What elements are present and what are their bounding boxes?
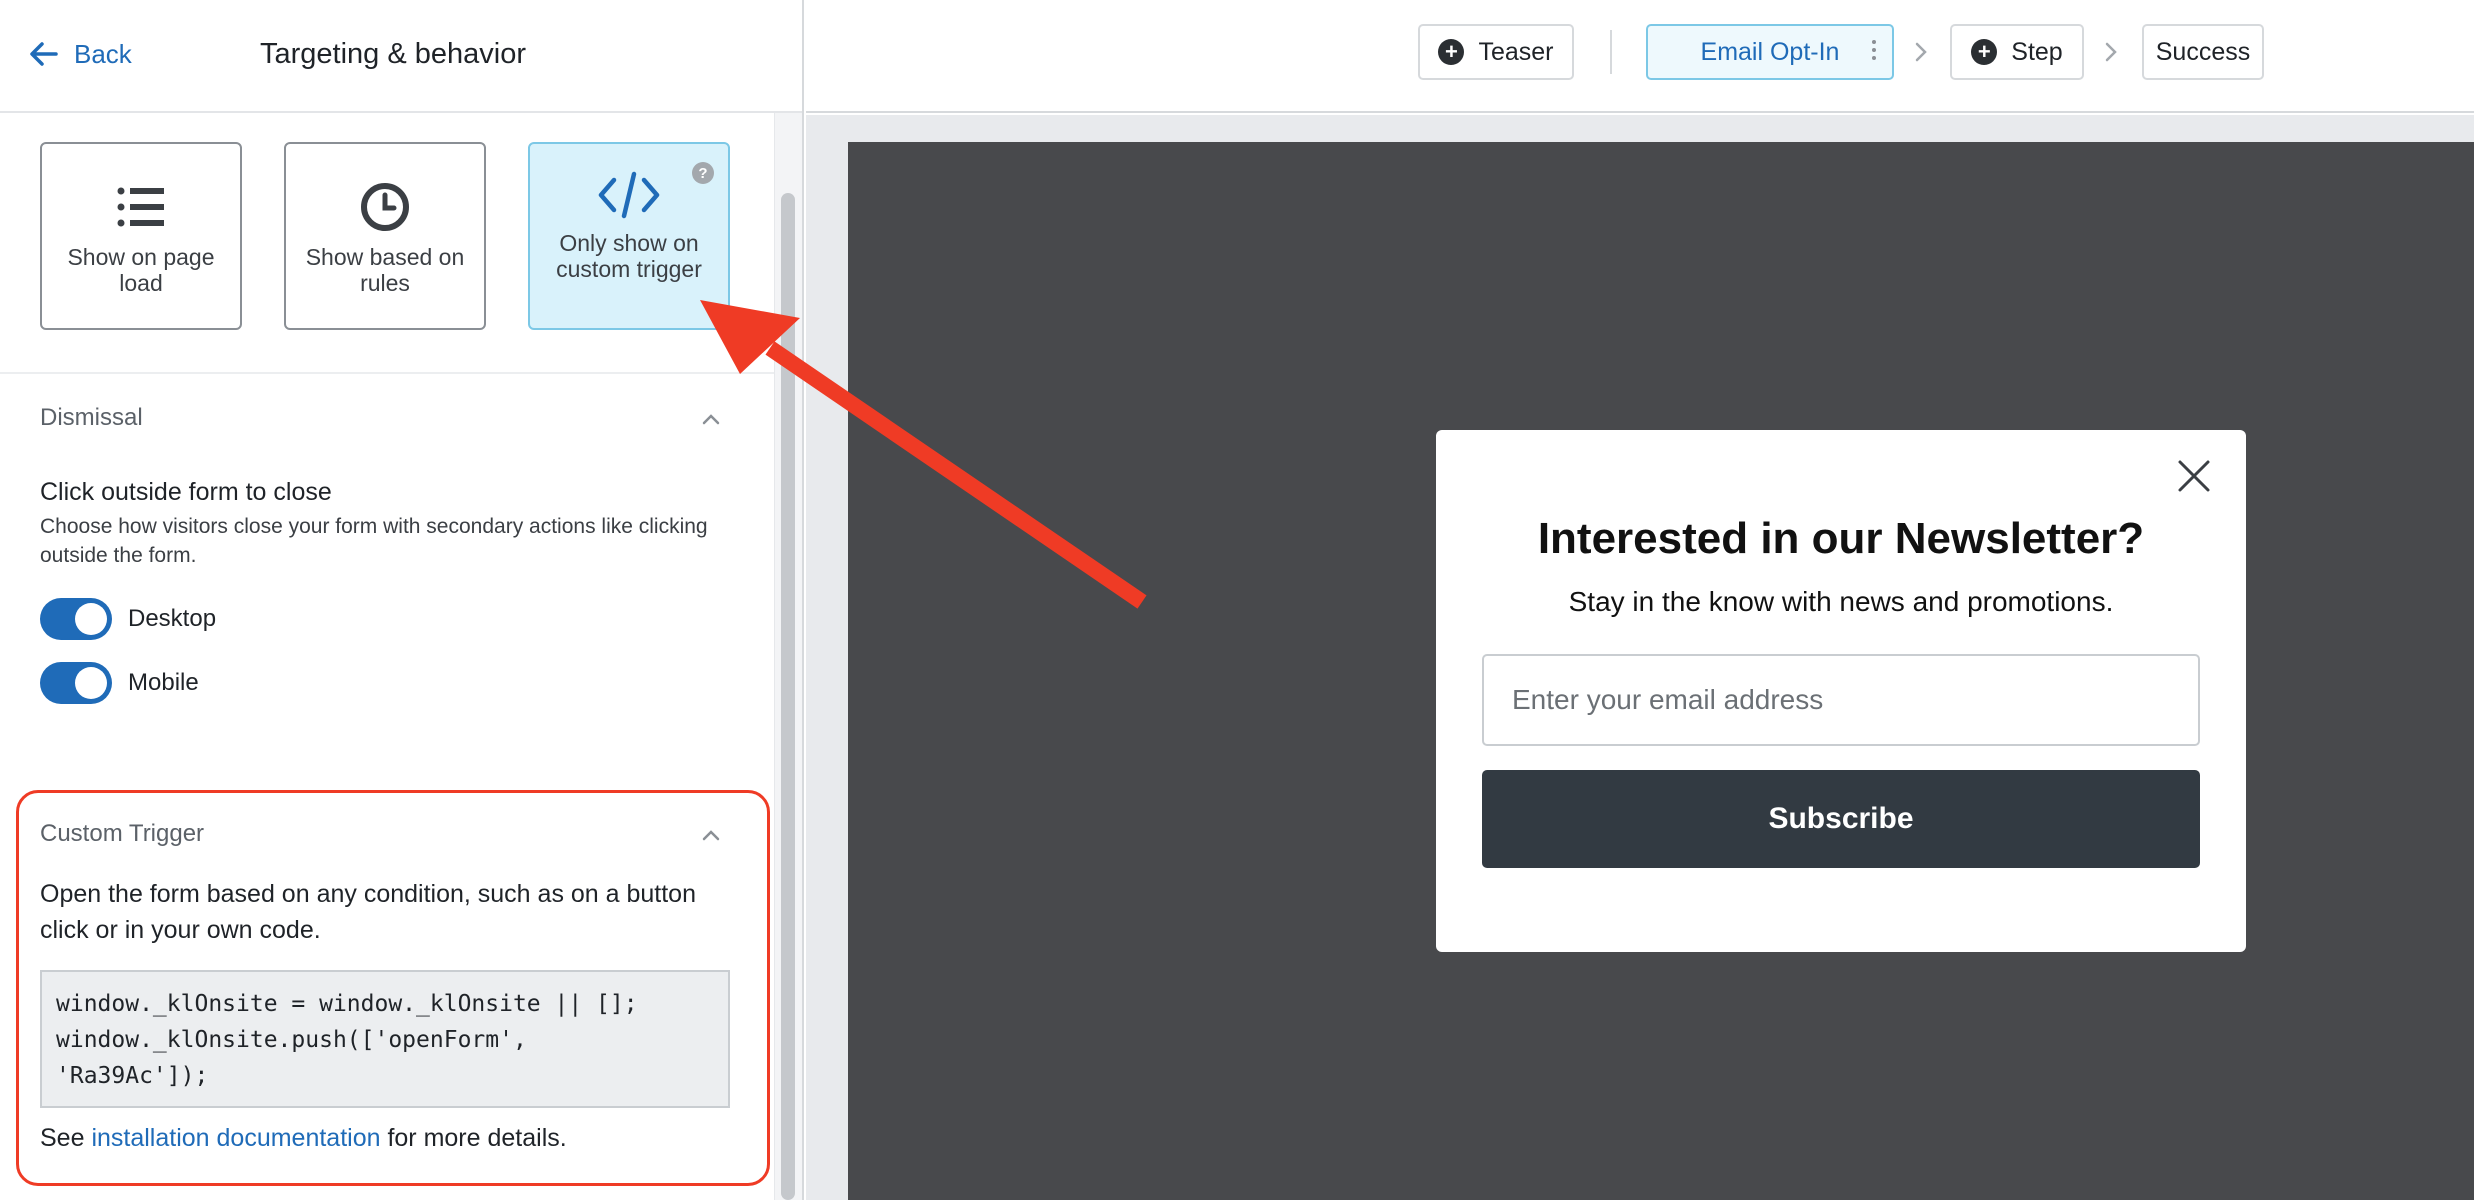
dismissal-description: Choose how visitors close your form with…: [40, 515, 708, 567]
back-label: Back: [74, 38, 132, 69]
code-icon: [598, 168, 660, 222]
step-label: Teaser: [1478, 37, 1554, 66]
trigger-option-label: Show on page load: [67, 244, 215, 296]
toggle-row-mobile: Mobile: [40, 662, 199, 704]
chevron-right-icon: [1915, 42, 1927, 62]
installation-documentation-link[interactable]: installation documentation: [91, 1124, 380, 1152]
trigger-option-custom[interactable]: ? Only show on custom trigger: [528, 142, 730, 330]
toggle-label: Desktop: [128, 605, 217, 632]
step-teaser[interactable]: + Teaser: [1418, 24, 1574, 80]
toggle-knob: [75, 667, 107, 699]
arrow-left-icon: [30, 42, 58, 66]
mobile-toggle[interactable]: [40, 662, 112, 704]
page-title: Targeting & behavior: [260, 38, 526, 70]
trigger-options: Show on page load Show based on rules ? …: [40, 142, 730, 330]
settings-panel: Back Targeting & behavior Show on page l…: [0, 0, 804, 1200]
plus-circle-icon: +: [1971, 39, 1998, 65]
toggle-row-desktop: Desktop: [40, 598, 216, 640]
step-label: Email Opt-In: [1700, 37, 1840, 66]
back-button[interactable]: Back: [28, 34, 132, 74]
toggle-knob: [75, 603, 107, 635]
desktop-toggle[interactable]: [40, 598, 112, 640]
dismissal-section-header[interactable]: Dismissal: [40, 404, 143, 432]
form-steps-bar: + Teaser Email Opt-In + Step Success: [806, 0, 2474, 113]
see-prefix: See: [40, 1124, 92, 1152]
toggle-label: Mobile: [128, 669, 199, 696]
popup-title: Interested in our Newsletter?: [1537, 514, 2145, 563]
email-field[interactable]: [1482, 654, 2200, 746]
divider: [1610, 30, 1612, 74]
step-add-step[interactable]: + Step: [1950, 24, 2084, 80]
step-label: Step: [2011, 37, 2063, 66]
divider: [0, 372, 774, 374]
newsletter-popup: Interested in our Newsletter? Stay in th…: [1436, 430, 2246, 952]
see-suffix: for more details.: [380, 1124, 567, 1152]
documentation-line: See installation documentation for more …: [40, 1124, 567, 1153]
custom-trigger-section-header[interactable]: Custom Trigger: [40, 820, 204, 848]
chevron-up-icon[interactable]: [698, 406, 724, 432]
panel-header: Back Targeting & behavior: [0, 0, 802, 113]
scrollbar-thumb[interactable]: [781, 193, 795, 1200]
clock-icon: [359, 180, 411, 234]
plus-circle-icon: +: [1438, 39, 1465, 65]
subscribe-button[interactable]: Subscribe: [1482, 770, 2200, 868]
code-snippet[interactable]: window._klOnsite = window._klOnsite || […: [40, 970, 730, 1108]
popup-subtitle: Stay in the know with news and promotion…: [1568, 586, 2114, 617]
trigger-option-rules[interactable]: Show based on rules: [284, 142, 486, 330]
step-success[interactable]: Success: [2142, 24, 2264, 80]
dismissal-title: Click outside form to close: [40, 478, 332, 506]
step-label: Success: [2155, 37, 2251, 66]
trigger-option-page-load[interactable]: Show on page load: [40, 142, 242, 330]
close-icon[interactable]: [2172, 454, 2216, 498]
chevron-right-icon: [2105, 42, 2117, 62]
section-label: Custom Trigger: [40, 820, 205, 847]
step-email-opt-in[interactable]: Email Opt-In: [1646, 24, 1894, 80]
list-icon: [117, 180, 165, 234]
custom-trigger-description: Open the form based on any condition, su…: [40, 880, 696, 944]
more-options-icon[interactable]: [1872, 40, 1876, 60]
trigger-option-label: Show based on rules: [305, 244, 465, 296]
scrollbar[interactable]: [774, 113, 802, 1200]
section-label: Dismissal: [40, 404, 143, 431]
chevron-up-icon[interactable]: [698, 822, 724, 848]
trigger-option-label: Only show on custom trigger: [556, 230, 702, 282]
help-icon[interactable]: ?: [692, 162, 714, 184]
